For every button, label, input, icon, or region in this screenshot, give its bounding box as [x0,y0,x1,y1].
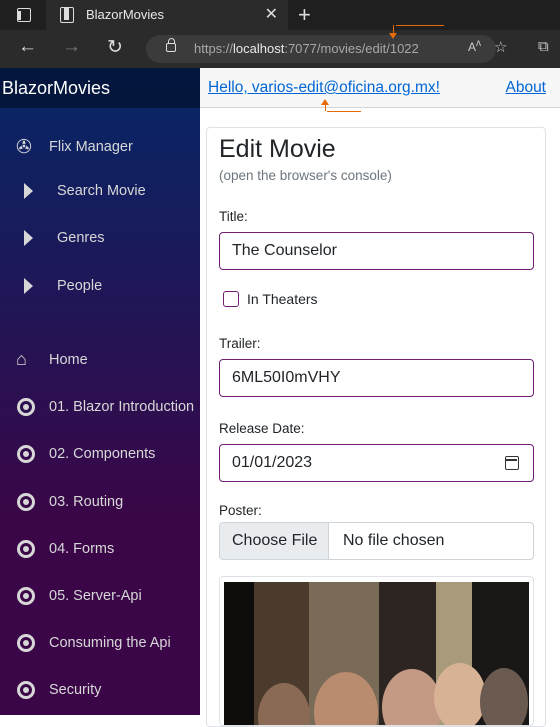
title-input[interactable]: The Counselor [219,232,534,270]
sidebar-item-flix-manager[interactable]: ✇ Flix Manager [0,126,200,170]
sidebar: BlazorMovies ✇ Flix Manager Search Movie… [0,68,200,715]
aperture-icon: ✇ [16,137,32,158]
lock-icon [166,38,176,52]
window-menu-icon[interactable] [17,8,31,22]
poster-file-input[interactable]: Choose File No file chosen [219,522,534,560]
title-label: Title: [219,209,248,224]
calendar-icon[interactable] [505,456,519,470]
user-greeting-link[interactable]: Hello, varios-edit@oficina.org.mx! [208,79,440,97]
browser-tab[interactable]: BlazorMovies ✕ [46,0,288,30]
annotation-arrow-line [396,25,444,26]
favorites-icon[interactable]: ☆ [494,38,507,56]
sidebar-item-server-api[interactable]: 05. Server-Api [0,575,200,619]
release-date-value: 01/01/2023 [232,454,313,471]
close-tab-icon[interactable]: ✕ [265,4,278,24]
tab-title: BlazorMovies [86,7,165,22]
sidebar-item-blazor-introduction[interactable]: 01. Blazor Introduction [0,386,200,430]
target-icon [17,493,35,511]
poster-image [224,582,529,725]
sidebar-item-label: Genres [57,230,105,246]
read-aloud-icon[interactable]: Aʌ [468,38,481,54]
page-title: Edit Movie [219,135,336,163]
caret-right-icon [24,230,33,246]
sidebar-item-label: People [57,278,103,294]
page-subtitle: (open the browser's console) [219,168,392,183]
edit-movie-card: Edit Movie (open the browser's console) … [206,127,546,727]
sidebar-item-label: 05. Server-Api [49,588,142,604]
in-theaters-label: In Theaters [247,291,318,307]
browser-address-bar: ← → ↻ https://localhost:7077/movies/edit… [0,30,560,68]
target-icon [17,634,35,652]
sidebar-item-forms[interactable]: 04. Forms [0,528,200,572]
release-date-label: Release Date: [219,421,305,436]
forward-icon[interactable]: → [62,36,81,58]
url-field[interactable]: https://localhost:7077/movies/edit/1022 [146,35,496,63]
poster-label: Poster: [219,503,262,518]
sidebar-item-routing[interactable]: 03. Routing [0,481,200,525]
poster-preview-frame [219,576,534,726]
no-file-chosen-text: No file chosen [343,532,445,549]
sidebar-item-components[interactable]: 02. Components [0,433,200,477]
trailer-input[interactable]: 6ML50I0mVHY [219,359,534,397]
sidebar-item-label: Consuming the Api [49,635,171,651]
annotation-arrow-down [389,25,397,39]
new-tab-icon[interactable]: + [298,2,311,28]
sidebar-item-people[interactable]: People [0,265,200,309]
annotation-arrow-up [321,99,361,112]
top-row: Hello, varios-edit@oficina.org.mx! About [200,68,560,108]
sidebar-item-search-movie[interactable]: Search Movie [0,170,200,214]
sidebar-item-label: Home [49,352,88,368]
sidebar-item-security[interactable]: Security [0,669,200,713]
target-icon [17,445,35,463]
sidebar-item-label: 02. Components [49,446,156,462]
poster-artwork [224,582,529,725]
brand-title[interactable]: BlazorMovies [0,68,200,108]
sidebar-item-label: 03. Routing [49,494,124,510]
reload-icon[interactable]: ↻ [107,36,123,59]
page-favicon-icon [60,7,74,23]
sidebar-item-home[interactable]: ⌂ Home [0,339,200,383]
collections-icon[interactable]: ⧉ [538,38,549,55]
sidebar-item-label: 01. Blazor Introduction [49,399,195,415]
about-link[interactable]: About [505,79,546,97]
url-text: https://localhost:7077/movies/edit/1022 [194,41,419,56]
choose-file-button[interactable]: Choose File [220,523,329,559]
sidebar-item-label: Security [49,682,102,698]
browser-tab-bar: BlazorMovies ✕ + [0,0,560,30]
target-icon [17,587,35,605]
target-icon [17,398,35,416]
home-icon: ⌂ [16,349,27,369]
back-icon[interactable]: ← [18,36,37,58]
sidebar-item-genres[interactable]: Genres [0,217,200,261]
sidebar-item-label: Flix Manager [49,139,133,155]
sidebar-item-label: 04. Forms [49,541,115,557]
trailer-label: Trailer: [219,336,261,351]
release-date-input[interactable]: 01/01/2023 [219,444,534,482]
sidebar-item-consuming-the-api[interactable]: Consuming the Api [0,622,200,666]
caret-right-icon [24,278,33,294]
sidebar-item-label: Search Movie [57,183,146,199]
in-theaters-checkbox[interactable] [223,291,239,307]
target-icon [17,540,35,558]
caret-right-icon [24,183,33,199]
target-icon [17,681,35,699]
